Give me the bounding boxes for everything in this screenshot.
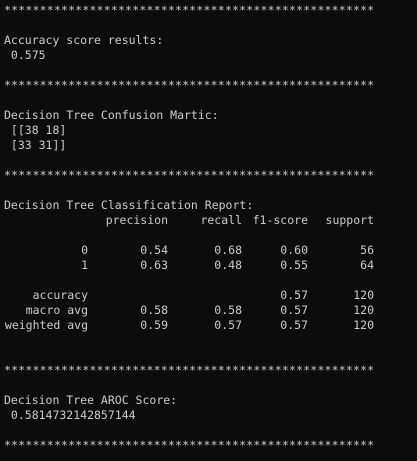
summary-row: accuracy 0.57 120 [4, 288, 417, 303]
row-support: 64 [360, 258, 374, 272]
row-support: 120 [353, 303, 374, 317]
separator-line: ****************************************… [4, 3, 375, 17]
summary-row: macro avg 0.58 0.58 0.57 120 [4, 303, 417, 318]
row-f1: 0.57 [280, 318, 308, 332]
column-header-f1: f1-score [252, 213, 308, 227]
report-row: 1 0.63 0.48 0.55 64 [4, 258, 417, 273]
accuracy-heading: Accuracy score results: [4, 33, 164, 47]
accuracy-value: 0.575 [4, 48, 46, 62]
row-recall: 0.68 [214, 243, 242, 257]
report-row: 0 0.54 0.68 0.60 56 [4, 243, 417, 258]
aroc-heading: Decision Tree AROC Score: [4, 393, 178, 407]
separator-line: ****************************************… [4, 168, 375, 182]
row-label: accuracy [32, 288, 88, 302]
row-f1: 0.57 [280, 288, 308, 302]
row-precision: 0.59 [140, 318, 168, 332]
row-support: 56 [360, 243, 374, 257]
report-heading: Decision Tree Classification Report: [4, 198, 254, 212]
row-f1: 0.60 [280, 243, 308, 257]
confusion-heading: Decision Tree Confusion Martic: [4, 108, 219, 122]
aroc-value: 0.5814732142857144 [4, 408, 136, 422]
row-label: 1 [81, 258, 88, 272]
column-header-precision: precision [105, 213, 168, 227]
confusion-row: [[38 18] [4, 123, 67, 137]
row-recall: 0.57 [214, 318, 242, 332]
separator-line: ****************************************… [4, 438, 375, 452]
row-recall: 0.48 [214, 258, 242, 272]
column-header-support: support [325, 213, 374, 227]
row-label: weighted avg [4, 318, 88, 332]
row-recall: 0.58 [214, 303, 242, 317]
row-label: macro avg [25, 303, 88, 317]
terminal-output: ****************************************… [0, 0, 417, 461]
row-precision: 0.63 [140, 258, 168, 272]
confusion-row: [33 31]] [4, 138, 67, 152]
row-label: 0 [81, 243, 88, 257]
row-precision: 0.58 [140, 303, 168, 317]
separator-line: ****************************************… [4, 78, 375, 92]
summary-row: weighted avg 0.59 0.57 0.57 120 [4, 318, 417, 333]
row-f1: 0.57 [280, 303, 308, 317]
row-support: 120 [353, 318, 374, 332]
row-support: 120 [353, 288, 374, 302]
report-header-row: precision recall f1-score support [4, 213, 417, 228]
column-header-recall: recall [200, 213, 242, 227]
row-precision: 0.54 [140, 243, 168, 257]
separator-line: ****************************************… [4, 363, 375, 377]
row-f1: 0.55 [280, 258, 308, 272]
